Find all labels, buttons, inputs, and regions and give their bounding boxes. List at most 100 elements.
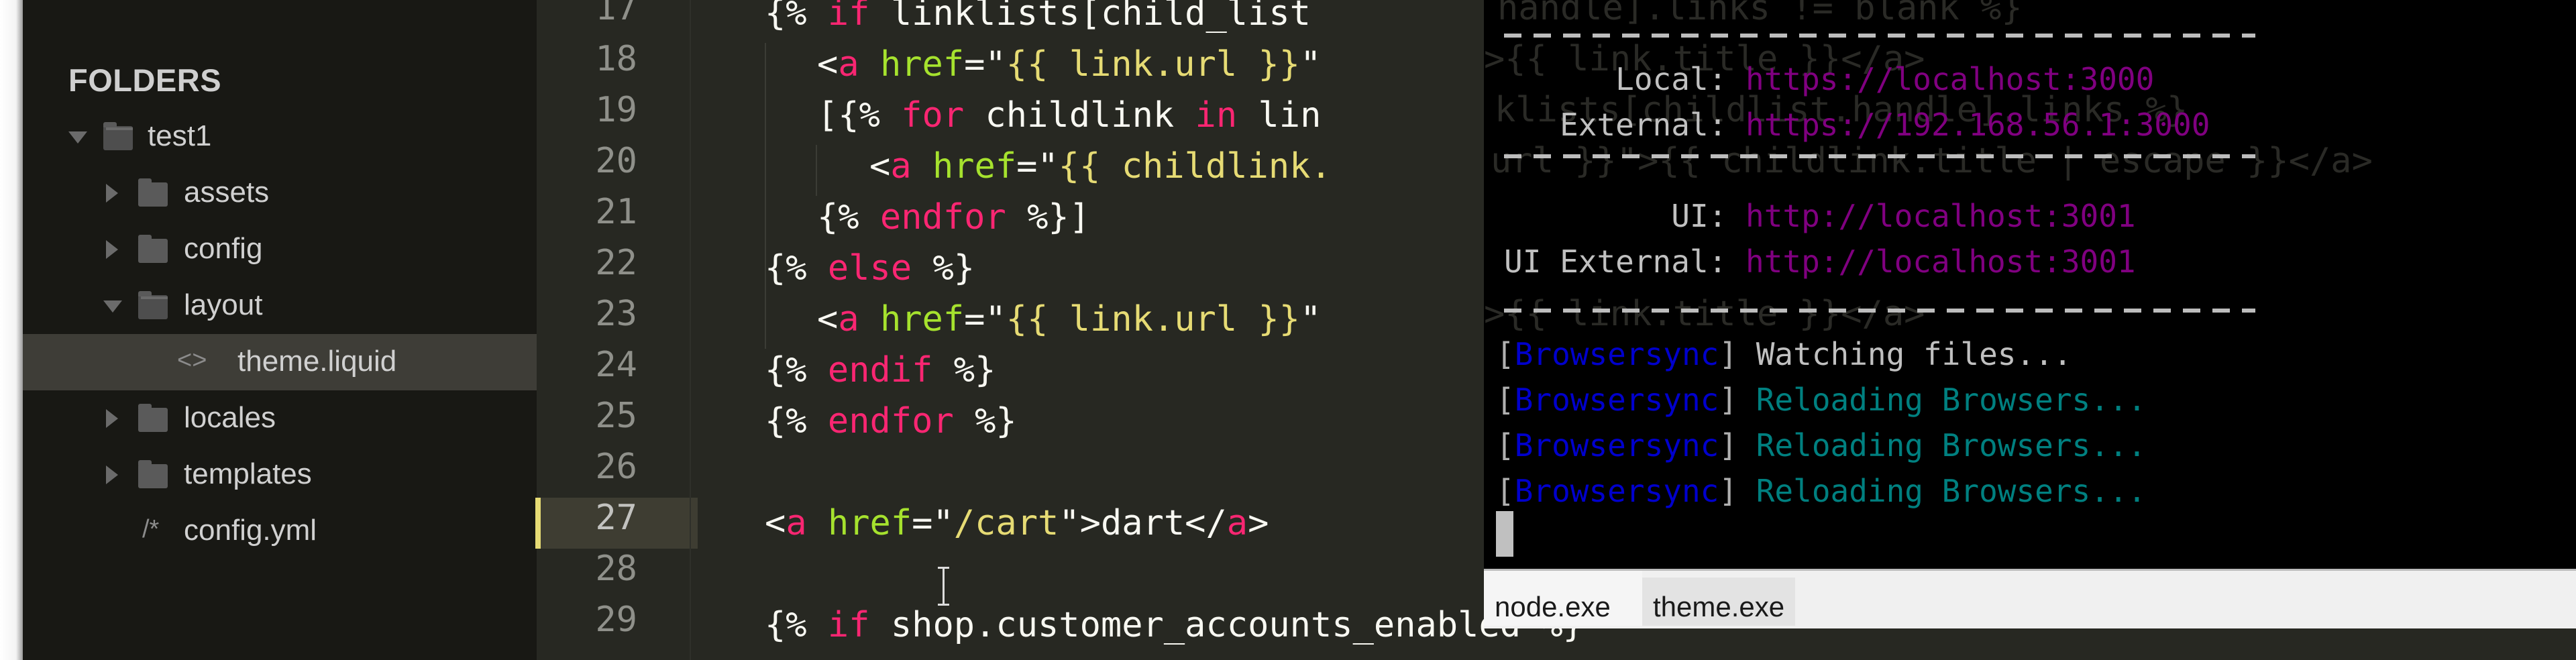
terminal-divider [1504,34,2255,38]
tree-item-layout[interactable]: layout [23,278,537,334]
server-url[interactable]: https://localhost:3000 [1746,61,2154,97]
folder-open-icon [103,122,133,150]
tag-token: a [838,44,859,85]
code-line-29: {% if shop.customer_accounts_enabled %} [765,600,1584,651]
chevron-down-icon[interactable] [68,131,87,144]
log-prefix: Browsersync [1514,473,1719,509]
token: %}] [1006,197,1090,237]
gutter-separator [690,0,691,660]
token: > [1248,503,1269,543]
code-line-18: <a href="{{ link.url }}" [817,39,1321,90]
line-number: 26 [595,447,637,487]
line-number: 19 [595,90,637,130]
code-line-20: <a href="{{ childlink. [869,141,1332,192]
line-number: 18 [595,39,637,79]
tree-item-label: test1 [148,119,212,152]
log-prefix: Browsersync [1514,382,1719,418]
tab-node-exe[interactable]: node.exe [1484,571,1642,626]
tree-item-label: templates [184,457,312,490]
tree-item-label: theme.liquid [237,345,397,378]
code-file-icon: <> [177,346,207,374]
keyword-token: else [827,248,912,288]
token: =" [964,299,1006,339]
line-number: 23 [595,294,637,334]
terminal-divider [1504,309,2255,313]
chevron-right-icon[interactable] [106,465,118,484]
token: < [765,503,786,543]
folder-icon [138,404,168,432]
tree-item-theme-liquid[interactable]: <> theme.liquid [23,334,537,390]
folder-icon [138,235,168,263]
terminal-window[interactable]: handle].links != blank %} >{{ link.title… [1484,0,2576,569]
server-url[interactable]: http://localhost:3001 [1746,243,2136,280]
tree-item-assets[interactable]: assets [23,165,537,221]
code-line-25: {% endfor %} [765,396,1017,447]
folder-icon [138,178,168,207]
log-message: Reloading Browsers... [1756,427,2147,463]
attr-token: href [879,299,965,339]
code-line-22: {% else %} [765,243,975,294]
token: %} [932,350,996,390]
tag-token: a [838,299,859,339]
terminal-tab-bar: node.exe theme.exe [1484,569,2576,628]
terminal-log-line: [Browsersync] Reloading Browsers... [1496,473,2147,509]
server-url[interactable]: http://localhost:3001 [1746,198,2136,234]
tag-token: a [890,146,912,186]
token: {% [765,248,828,288]
token: %} [953,401,1017,441]
tree-item-test1[interactable]: test1 [23,109,537,165]
tree-item-label: locales [184,401,276,434]
code-line-24: {% endif %} [765,345,996,396]
code-line-19: [{% for childlink in lin [817,90,1321,141]
log-message: Reloading Browsers... [1756,382,2147,418]
indent-guide [816,145,817,196]
tree-item-config-yml[interactable]: /* config.yml [23,503,537,559]
token: %} [912,248,975,288]
terminal-server-external: External: https://192.168.56.1:3000 [1504,102,2210,148]
chevron-right-icon[interactable] [106,184,118,203]
terminal-log-line: [Browsersync] Watching files... [1496,336,2072,372]
terminal-server-ui-external: UI External: http://localhost:3001 [1504,239,2136,284]
token: =" [912,503,954,543]
code-line-27: <a href="/cart">dart</a> [765,498,1269,549]
tree-item-label: assets [184,176,270,209]
line-number: 25 [595,396,637,436]
keyword-token: for [901,95,965,135]
i-beam-cursor-icon [938,567,949,606]
desktop-edge [0,0,23,660]
line-number: 24 [595,345,637,385]
string-token: {{ link.url }} [1006,299,1301,339]
token: =" [964,44,1006,85]
log-prefix: Browsersync [1514,336,1719,372]
terminal-server-local: Local: https://localhost:3000 [1504,56,2154,102]
token: shop.customer_accounts_enabled %} [869,605,1584,645]
tree-item-templates[interactable]: templates [23,447,537,503]
folder-icon [138,460,168,488]
token: " [1300,299,1322,339]
tree-item-locales[interactable]: locales [23,390,537,447]
terminal-cursor [1496,511,1513,557]
token: =" [1016,146,1059,186]
attr-token: href [879,44,965,85]
chevron-right-icon[interactable] [106,409,118,428]
token: lin [1237,95,1322,135]
server-url[interactable]: https://192.168.56.1:3000 [1746,107,2210,143]
chevron-right-icon[interactable] [106,240,118,259]
server-label: Local: [1504,61,1746,97]
keyword-token: endfor [879,197,1006,237]
line-number: 29 [595,600,637,640]
tree-item-config[interactable]: config [23,221,537,278]
tag-token: a [786,503,807,543]
string-token: {{ link.url }} [1006,44,1301,85]
token: {% [765,605,828,645]
line-number-active: 27 [595,498,637,538]
tab-theme-exe[interactable]: theme.exe [1642,578,1795,626]
terminal-server-ui: UI: http://localhost:3001 [1504,193,2136,239]
chevron-down-icon[interactable] [103,300,122,313]
server-label: UI: [1504,198,1746,234]
tree-item-label: layout [184,288,263,321]
